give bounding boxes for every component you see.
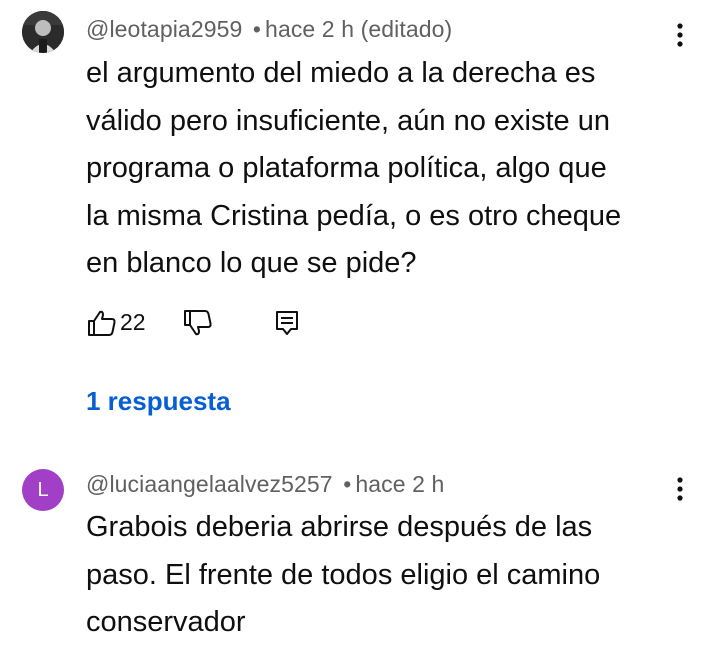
avatar[interactable]: L [22,469,64,511]
comment-line: el argumento del miedo a la derecha es [86,57,596,89]
reply-button[interactable] [271,307,303,339]
comment-line: programa o plataforma política, algo que [86,152,607,184]
dislike-button[interactable] [182,307,214,339]
comment-actions: 22 [86,303,326,343]
reply-icon [276,311,298,335]
thumbs-down-icon [184,310,212,336]
author-handle[interactable]: @leotapia2959 [86,16,242,42]
comment-line: la misma Cristina pedía, o es otro chequ… [86,199,622,232]
comment-thread: @leotapia2959 • hace 2 h (editado) el arg… [0,0,720,440]
view-replies-button[interactable]: 1 respuesta [86,386,231,417]
comment-text: Grabois deberia abrirse después de las p… [86,504,686,647]
comment-thread: L @luciaangelaalvez5257 • hace 2 h Graboi… [0,450,720,659]
timestamp[interactable]: hace 2 h [355,471,444,497]
separator: • [343,471,352,497]
author-handle[interactable]: @luciaangelaalvez5257 [86,471,333,497]
timestamp[interactable]: hace 2 h [265,16,354,42]
avatar-photo-icon [22,11,64,53]
comment-meta: @luciaangelaalvez5257 • hace 2 h [86,471,444,498]
comment-line: Grabois deberia abrirse después de las [86,511,593,543]
comment-meta: @leotapia2959 • hace 2 h (editado) [86,16,452,43]
comment-text: el argumento del miedo a la derecha es v… [86,50,686,288]
avatar-letter: L [37,478,49,501]
separator: • [252,16,262,42]
like-button[interactable] [86,307,118,339]
comment-line: en blanco lo que se pide? [86,247,417,279]
edited-label: (editado) [360,16,453,42]
comment-line: paso. El frente de todos eligio el camin… [86,558,601,591]
comment-line: conservador [86,606,246,638]
like-count: 22 [120,309,146,335]
thumbs-up-icon [88,310,116,336]
comment-line: válido pero insuficiente, aún no existe … [86,104,610,137]
avatar[interactable] [22,11,64,53]
